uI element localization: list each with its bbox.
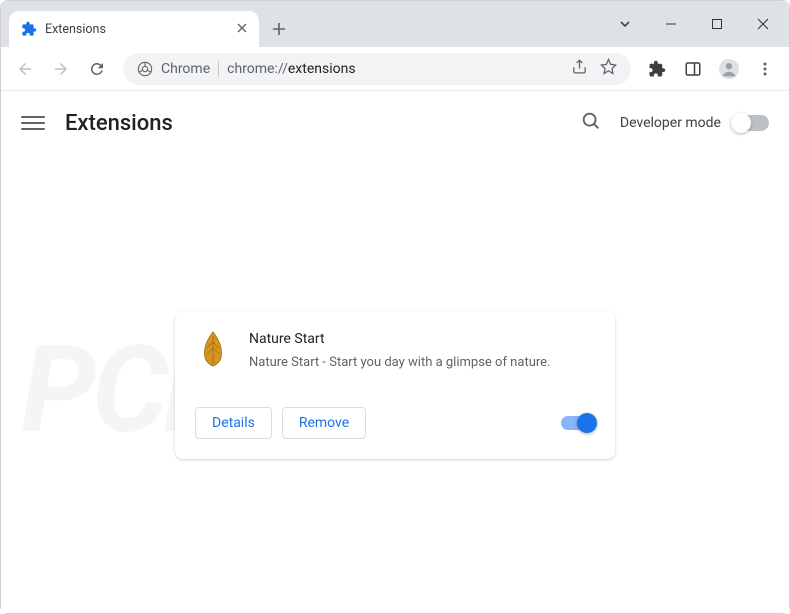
chip-divider: [218, 61, 219, 77]
extensions-icon: [21, 21, 37, 37]
extension-card: Nature Start Nature Start - Start you da…: [175, 311, 615, 459]
close-tab-icon[interactable]: [237, 21, 247, 37]
developer-mode-label: Developer mode: [620, 115, 721, 131]
tab-title: Extensions: [45, 22, 229, 37]
minimize-button[interactable]: [649, 7, 693, 41]
site-chip: Chrome: [137, 61, 219, 77]
browser-toolbar: Chrome chrome://extensions: [1, 47, 789, 91]
remove-button[interactable]: Remove: [282, 407, 366, 439]
search-icon[interactable]: [580, 110, 602, 136]
window-titlebar: Extensions: [1, 1, 789, 47]
page-content: PCrisk.com Nature Start Nature Start - S…: [1, 155, 789, 613]
toggle-switch-off[interactable]: [733, 115, 769, 131]
forward-button[interactable]: [45, 53, 77, 85]
reload-button[interactable]: [81, 53, 113, 85]
side-panel-icon[interactable]: [677, 53, 709, 85]
profile-icon[interactable]: [713, 53, 745, 85]
extension-enable-toggle[interactable]: [561, 416, 595, 430]
bookmark-icon[interactable]: [600, 58, 617, 79]
browser-tab[interactable]: Extensions: [9, 11, 259, 47]
maximize-button[interactable]: [695, 7, 739, 41]
chrome-icon: [137, 61, 153, 77]
extensions-toolbar-icon[interactable]: [641, 53, 673, 85]
chip-label: Chrome: [161, 61, 210, 77]
page-title: Extensions: [65, 111, 173, 136]
page-header: Extensions Developer mode: [1, 91, 789, 155]
new-tab-button[interactable]: [265, 15, 293, 43]
developer-mode-toggle[interactable]: Developer mode: [620, 115, 769, 131]
back-button[interactable]: [9, 53, 41, 85]
details-button[interactable]: Details: [195, 407, 272, 439]
hamburger-menu-icon[interactable]: [21, 116, 45, 130]
menu-icon[interactable]: [749, 53, 781, 85]
url-text: chrome://extensions: [227, 61, 355, 77]
tab-search-button[interactable]: [603, 7, 647, 41]
extension-description: Nature Start - Start you day with a glim…: [249, 353, 595, 373]
address-bar[interactable]: Chrome chrome://extensions: [123, 53, 631, 85]
close-window-button[interactable]: [741, 7, 785, 41]
leaf-icon: [195, 331, 231, 367]
extension-name: Nature Start: [249, 331, 595, 347]
share-icon[interactable]: [571, 58, 588, 79]
